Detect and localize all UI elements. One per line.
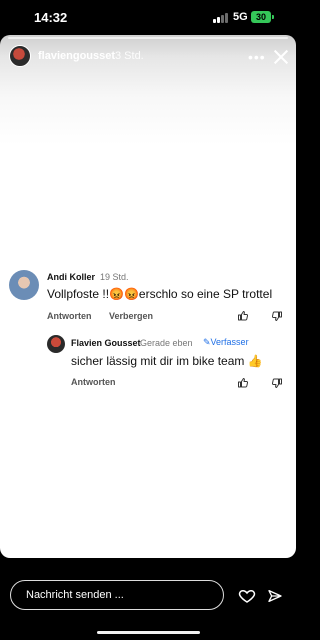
comment-author[interactable]: Andi Koller [47,272,95,282]
story-avatar[interactable] [9,45,31,67]
story-progress-bar [8,37,288,39]
story-time: 3 Std. [115,50,144,62]
status-bar: 14:32 5G 30 [0,0,296,34]
comment-hide-button[interactable]: Verbergen [109,311,153,321]
reply-thumbs-down-icon[interactable] [271,377,283,389]
story-username[interactable]: flaviengousset [38,50,115,62]
message-input[interactable]: Nachricht senden ... [10,580,224,610]
thumbs-up-icon[interactable] [237,310,249,322]
comment-text: Vollpfoste !!😡😡erschlo so eine SP trotte… [47,287,273,301]
message-placeholder: Nachricht senden ... [26,589,124,601]
comment-reply-button[interactable]: Antworten [47,311,92,321]
signal-icon [213,13,229,23]
pencil-icon: ✎ [203,337,211,347]
reply-text: sicher lässig mit dir im bike team 👍 [71,354,263,368]
network-label: 5G [233,11,248,23]
heart-icon[interactable] [238,587,256,605]
reply-thumbs-up-icon[interactable] [237,377,249,389]
author-badge-label: Verfasser [210,337,249,347]
reply-time: Gerade eben [140,338,193,348]
home-indicator [97,631,200,634]
reply-author[interactable]: Flavien Gousset [71,338,141,348]
send-icon[interactable] [267,588,283,604]
author-badge: ✎Verfasser [203,337,249,348]
battery-icon: 30 [251,11,271,23]
battery-tip-icon [272,15,274,19]
more-options-icon[interactable]: ••• [248,49,266,65]
comment-avatar[interactable] [9,270,39,300]
story-header: flaviengousset 3 Std. ••• [0,43,296,73]
thumbs-down-icon[interactable] [271,310,283,322]
bottom-bar: Nachricht senden ... [0,558,296,640]
story-card: flaviengousset 3 Std. ••• Andi Koller 19… [0,35,296,558]
close-icon[interactable] [272,48,290,66]
comment-time: 19 Std. [100,272,129,282]
status-time: 14:32 [34,10,68,25]
reply-reply-button[interactable]: Antworten [71,377,116,387]
reply-avatar[interactable] [47,335,65,353]
comment-card: Andi Koller 19 Std. Vollpfoste !!😡😡ersch… [0,265,296,397]
